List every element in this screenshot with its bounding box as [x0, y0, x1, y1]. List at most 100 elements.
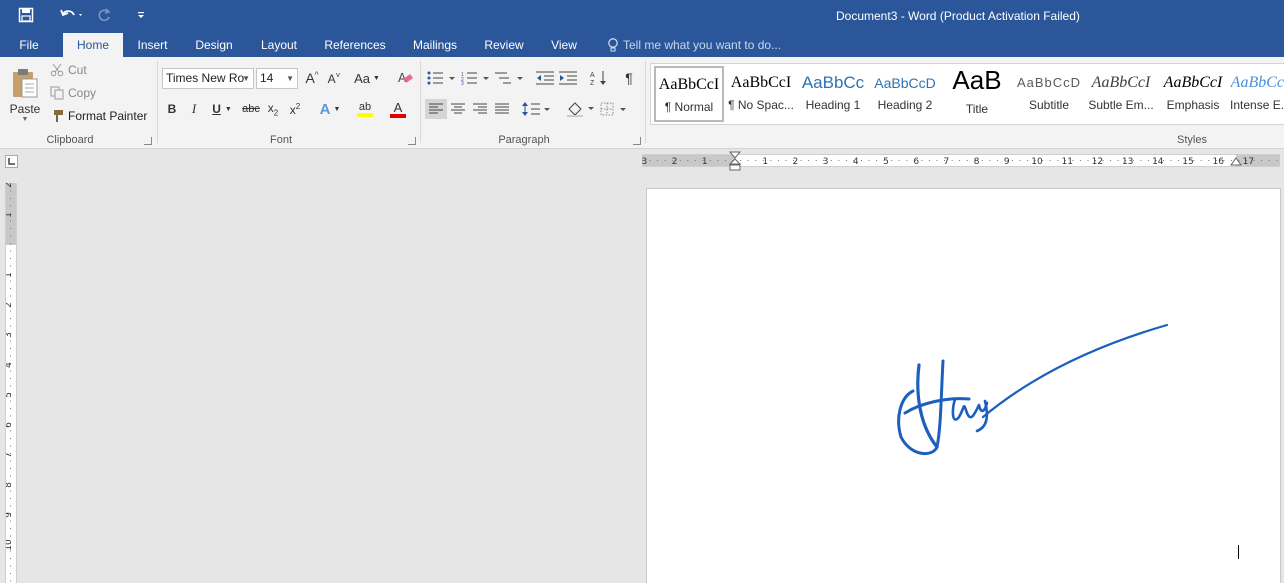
style-intense-emphasis[interactable]: AaBbCcI Intense E...	[1230, 66, 1284, 122]
align-center-button[interactable]	[448, 99, 468, 119]
tab-selector[interactable]	[5, 155, 18, 168]
font-name-combo[interactable]: Times New Ro ▼	[162, 68, 254, 89]
shrink-font-button[interactable]: A˅	[324, 68, 344, 88]
bullets-button[interactable]	[427, 68, 457, 88]
ruler-tick	[10, 348, 11, 349]
cut-button[interactable]: Cut	[50, 63, 87, 77]
align-left-button[interactable]	[425, 99, 447, 119]
ruler-tick	[10, 565, 11, 567]
tab-references[interactable]: References	[318, 33, 392, 57]
ruler-tick	[10, 265, 11, 267]
align-right-icon	[473, 103, 487, 114]
tab-design[interactable]: Design	[188, 33, 240, 57]
ruler-label: 2	[6, 302, 14, 308]
document-page[interactable]	[646, 188, 1281, 583]
tab-view[interactable]: View	[543, 33, 585, 57]
style-title[interactable]: AaB Title	[942, 66, 1012, 122]
font-size-combo[interactable]: 14 ▼	[256, 68, 298, 89]
show-formatting-marks-button[interactable]: ¶	[620, 68, 638, 88]
ruler-label: 5	[883, 157, 889, 166]
tab-layout[interactable]: Layout	[253, 33, 305, 57]
font-color-swatch	[390, 113, 406, 118]
tab-file[interactable]: File	[8, 33, 50, 57]
ruler-tick	[1170, 160, 1172, 161]
style-heading-2[interactable]: AaBbCcD Heading 2	[870, 66, 940, 122]
increase-indent-button[interactable]	[558, 68, 578, 88]
copy-button[interactable]: Copy	[50, 86, 96, 100]
ruler-tick	[1042, 160, 1044, 161]
horizontal-ruler[interactable]: 3 2 1 1 2 3 4 5 6 7 8 9 10 11 12 13 14 15 16 17	[642, 151, 1280, 171]
ruler-tick	[1095, 160, 1096, 161]
style-subtle-emphasis[interactable]: AaBbCcI Subtle Em...	[1086, 66, 1156, 122]
group-separator	[420, 61, 421, 143]
tell-me-box[interactable]: Tell me what you want to do...	[606, 33, 781, 57]
ruler-tick	[1223, 160, 1225, 161]
style-emphasis[interactable]: AaBbCcI Emphasis	[1158, 66, 1228, 122]
right-indent-marker-icon[interactable]	[1230, 157, 1242, 167]
superscript-button[interactable]: x2	[286, 99, 304, 119]
line-spacing-button[interactable]	[522, 99, 552, 119]
ruler-tick	[664, 160, 666, 161]
strikethrough-button[interactable]: abc	[241, 99, 261, 119]
style-no-spacing[interactable]: AaBbCcI ¶ No Spac...	[726, 66, 796, 122]
style-normal[interactable]: AaBbCcI ¶ Normal	[654, 66, 724, 122]
tab-home[interactable]: Home	[63, 33, 123, 57]
justify-button[interactable]	[492, 99, 512, 119]
change-case-button[interactable]: Aa ▼	[351, 68, 383, 88]
font-dialog-launcher[interactable]	[408, 137, 416, 145]
style-name-heading-1: Heading 1	[805, 98, 861, 112]
ruler-tick	[1087, 160, 1089, 161]
tab-insert[interactable]: Insert	[130, 33, 175, 57]
paragraph-group-label: Paragraph	[498, 134, 550, 146]
underline-button[interactable]: U ▼	[208, 99, 236, 119]
ruler-tick	[951, 160, 953, 161]
ruler-label: 1	[762, 157, 768, 166]
save-icon	[18, 7, 34, 23]
italic-button[interactable]: I	[186, 99, 202, 119]
paragraph-dialog-launcher[interactable]	[633, 137, 641, 145]
format-painter-button[interactable]: Format Painter	[50, 109, 147, 123]
paste-dropdown-icon: ▼	[21, 115, 29, 123]
subscript-button[interactable]: x2	[264, 99, 282, 119]
ruler-tick	[649, 160, 651, 161]
handwritten-signature	[897, 323, 1169, 456]
ruler-tick	[1215, 160, 1217, 161]
indent-marker-icon[interactable]	[729, 151, 741, 171]
undo-button[interactable]	[52, 0, 92, 30]
ruler-tick	[717, 160, 719, 161]
highlight-color-button[interactable]: ab	[349, 99, 381, 119]
multilevel-list-button[interactable]	[495, 68, 525, 88]
sort-button[interactable]: AZ	[589, 68, 609, 88]
ruler-tick	[694, 160, 696, 161]
save-button[interactable]	[0, 0, 52, 30]
styles-gallery: AaBbCcI ¶ Normal AaBbCcI ¶ No Spac... Aa…	[650, 63, 1284, 125]
redo-button[interactable]	[92, 0, 116, 30]
ruler-label: 7	[6, 452, 14, 458]
ruler-tick	[10, 400, 11, 402]
grow-font-button[interactable]: A^	[302, 68, 322, 88]
clear-formatting-button[interactable]: A	[394, 68, 416, 88]
tab-mailings[interactable]: Mailings	[405, 33, 465, 57]
paste-button[interactable]: Paste ▼	[6, 62, 44, 128]
ruler-tick	[921, 160, 923, 161]
clipboard-dialog-launcher[interactable]	[144, 137, 152, 145]
font-group-label: Font	[269, 134, 292, 146]
style-heading-1[interactable]: AaBbCc Heading 1	[798, 66, 868, 122]
style-subtitle[interactable]: AaBbCcD Subtitle	[1014, 66, 1084, 122]
ruler-tick	[1208, 160, 1210, 161]
tell-me-placeholder: Tell me what you want to do...	[623, 38, 782, 52]
align-right-button[interactable]	[470, 99, 490, 119]
bold-button[interactable]: B	[164, 99, 180, 119]
decrease-indent-button[interactable]	[535, 68, 555, 88]
borders-button[interactable]	[600, 99, 630, 119]
ruler-tick	[10, 393, 11, 394]
ruler-tick	[10, 333, 11, 334]
numbering-button[interactable]: 123	[461, 68, 491, 88]
font-color-button[interactable]: A	[383, 99, 413, 119]
shading-button[interactable]	[566, 99, 596, 119]
tab-review[interactable]: Review	[478, 33, 530, 57]
title-bar: Document3 - Word (Product Activation Fai…	[0, 0, 1284, 33]
customize-qat-button[interactable]	[116, 0, 166, 30]
text-effects-button[interactable]: A ▼	[316, 99, 344, 119]
vertical-ruler[interactable]: 2112345678910	[5, 183, 17, 583]
